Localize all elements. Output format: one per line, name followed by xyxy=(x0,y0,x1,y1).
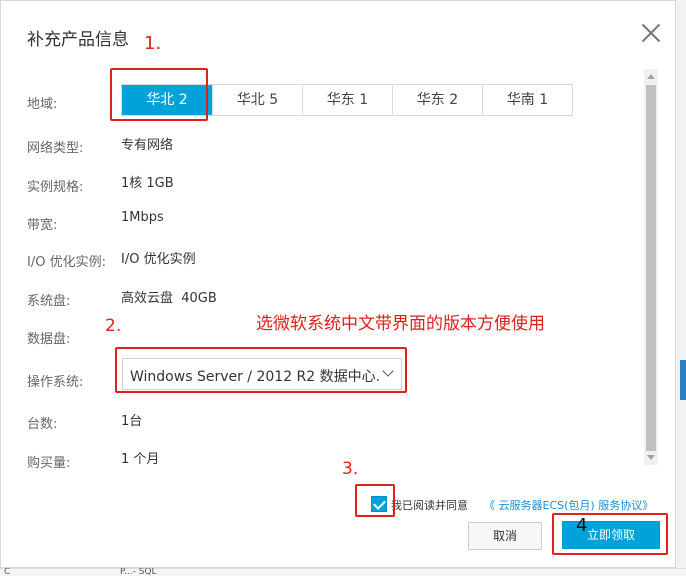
instance-spec-value: 1核 1GB xyxy=(121,176,174,191)
region-option-huadong2[interactable]: 华东 2 xyxy=(392,85,482,115)
dialog-title: 补充产品信息 xyxy=(27,30,129,50)
annotation-step-2: 2. xyxy=(105,316,122,336)
region-option-huabei2[interactable]: 华北 2 xyxy=(122,85,212,115)
background-window-edge xyxy=(676,0,686,576)
background-text: P...- SQL xyxy=(120,567,157,576)
annotation-step-3: 3. xyxy=(342,459,359,479)
io-optimized-label: I/O 优化实例: xyxy=(27,255,106,270)
duration-value: 1 个月 xyxy=(121,452,160,467)
network-type-value: 专有网络 xyxy=(121,138,174,153)
annotation-note: 选微软系统中文带界面的版本方便使用 xyxy=(256,314,545,334)
product-info-dialog: 补充产品信息 地域: 华北 2 华北 5 华东 1 华东 2 华南 1 网络类型… xyxy=(0,0,676,568)
system-disk-label: 系统盘: xyxy=(27,294,71,309)
close-icon[interactable] xyxy=(641,23,661,43)
instance-spec-label: 实例规格: xyxy=(27,180,84,195)
annotation-step-4: 4 xyxy=(576,515,588,536)
system-disk-value: 高效云盘 40GB xyxy=(121,291,217,306)
os-select-value: Windows Server / 2012 R2 数据中心... xyxy=(130,369,380,385)
region-selector: 华北 2 华北 5 华东 1 华东 2 华南 1 xyxy=(121,84,573,116)
service-agreement-link[interactable]: 《 云服务器ECS(包月) 服务协议》 xyxy=(484,497,653,513)
os-label: 操作系统: xyxy=(27,375,84,390)
duration-label: 购买量: xyxy=(27,456,71,471)
chevron-down-icon xyxy=(382,365,394,377)
agreement-checkbox[interactable] xyxy=(371,496,387,512)
region-option-huadong1[interactable]: 华东 1 xyxy=(302,85,392,115)
region-label: 地域: xyxy=(27,97,58,112)
annotation-step-1: 1. xyxy=(144,33,162,54)
os-select[interactable]: Windows Server / 2012 R2 数据中心... xyxy=(122,358,402,390)
agreement-text: 我已阅读并同意 xyxy=(391,499,468,512)
background-accent xyxy=(680,360,686,400)
io-optimized-value: I/O 优化实例 xyxy=(121,252,196,267)
bandwidth-label: 带宽: xyxy=(27,218,58,233)
region-option-huabei5[interactable]: 华北 5 xyxy=(212,85,302,115)
background-bottom-strip: C P...- SQL xyxy=(0,567,686,576)
count-label: 台数: xyxy=(27,417,58,432)
count-value: 1台 xyxy=(121,414,143,429)
scroll-down-icon[interactable] xyxy=(647,455,655,460)
bandwidth-value: 1Mbps xyxy=(121,210,164,225)
background-text: C xyxy=(4,567,11,576)
scroll-up-icon[interactable] xyxy=(647,74,655,79)
scrollbar-thumb[interactable] xyxy=(646,85,656,451)
network-type-label: 网络类型: xyxy=(27,141,84,156)
data-disk-label: 数据盘: xyxy=(27,332,71,347)
region-option-huanan1[interactable]: 华南 1 xyxy=(482,85,572,115)
cancel-button[interactable]: 取消 xyxy=(468,522,542,550)
scrollbar[interactable] xyxy=(644,69,658,465)
